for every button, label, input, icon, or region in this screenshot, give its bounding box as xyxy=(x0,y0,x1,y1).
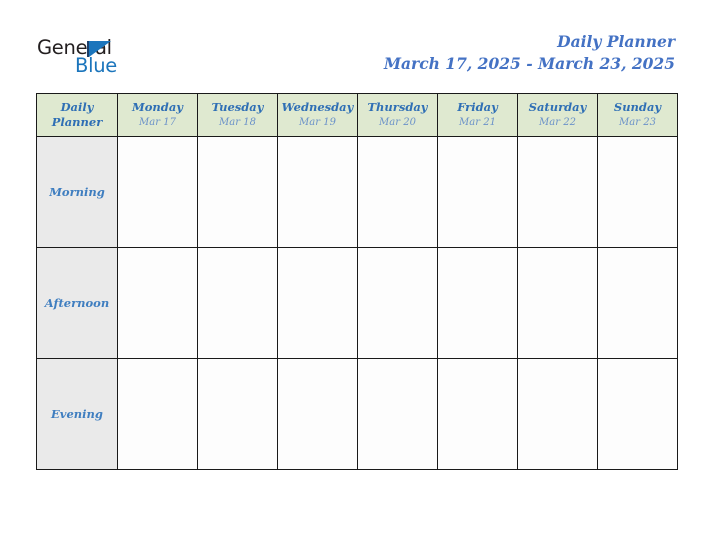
time-slot-label-evening: Evening xyxy=(36,358,118,470)
title-block: Daily Planner March 17, 2025 - March 23,… xyxy=(384,31,675,75)
slot-afternoon-sunday[interactable] xyxy=(597,247,678,359)
row-label-text: Morning xyxy=(49,184,105,199)
slot-evening-tuesday[interactable] xyxy=(197,358,278,470)
slot-evening-friday[interactable] xyxy=(437,358,518,470)
slot-evening-saturday[interactable] xyxy=(517,358,598,470)
slot-morning-saturday[interactable] xyxy=(517,136,598,248)
day-date-label: Mar 20 xyxy=(379,117,416,128)
planner-row-morning: Morning xyxy=(36,136,678,248)
slot-evening-monday[interactable] xyxy=(117,358,198,470)
day-header-friday: Friday Mar 21 xyxy=(437,93,518,137)
day-date-label: Mar 18 xyxy=(219,117,256,128)
planner-corner-cell: Daily Planner xyxy=(36,93,118,137)
general-blue-logo: General Blue xyxy=(37,38,157,82)
day-name-label: Friday xyxy=(457,100,498,114)
day-name-label: Wednesday xyxy=(281,100,354,114)
daily-planner-page: General Blue Daily Planner March 17, 202… xyxy=(0,0,712,550)
slot-morning-sunday[interactable] xyxy=(597,136,678,248)
day-name-label: Monday xyxy=(132,100,183,114)
planner-row-afternoon: Afternoon xyxy=(36,247,678,359)
slot-morning-thursday[interactable] xyxy=(357,136,438,248)
slot-afternoon-wednesday[interactable] xyxy=(277,247,358,359)
slot-morning-wednesday[interactable] xyxy=(277,136,358,248)
day-date-label: Mar 17 xyxy=(139,117,176,128)
logo-text-blue: Blue xyxy=(75,54,117,77)
slot-evening-sunday[interactable] xyxy=(597,358,678,470)
time-slot-label-morning: Morning xyxy=(36,136,118,248)
day-header-wednesday: Wednesday Mar 19 xyxy=(277,93,358,137)
day-date-label: Mar 23 xyxy=(619,117,656,128)
slot-morning-monday[interactable] xyxy=(117,136,198,248)
slot-evening-thursday[interactable] xyxy=(357,358,438,470)
day-header-saturday: Saturday Mar 22 xyxy=(517,93,598,137)
day-name-label: Saturday xyxy=(528,100,587,114)
time-slot-label-afternoon: Afternoon xyxy=(36,247,118,359)
day-name-label: Tuesday xyxy=(211,100,264,114)
planner-header-row: Daily Planner Monday Mar 17 Tuesday Mar … xyxy=(36,93,678,137)
day-date-label: Mar 19 xyxy=(299,117,336,128)
corner-label-line1: Daily xyxy=(60,100,94,114)
slot-afternoon-tuesday[interactable] xyxy=(197,247,278,359)
day-date-label: Mar 22 xyxy=(539,117,576,128)
day-date-label: Mar 21 xyxy=(459,117,496,128)
slot-afternoon-monday[interactable] xyxy=(117,247,198,359)
row-label-text: Evening xyxy=(51,406,103,421)
slot-afternoon-saturday[interactable] xyxy=(517,247,598,359)
slot-evening-wednesday[interactable] xyxy=(277,358,358,470)
day-header-tuesday: Tuesday Mar 18 xyxy=(197,93,278,137)
slot-morning-tuesday[interactable] xyxy=(197,136,278,248)
page-title: Daily Planner xyxy=(557,32,675,51)
page-header: General Blue Daily Planner March 17, 202… xyxy=(0,0,712,92)
day-header-thursday: Thursday Mar 20 xyxy=(357,93,438,137)
slot-afternoon-friday[interactable] xyxy=(437,247,518,359)
slot-morning-friday[interactable] xyxy=(437,136,518,248)
corner-label-line2: Planner xyxy=(51,115,103,129)
day-header-sunday: Sunday Mar 23 xyxy=(597,93,678,137)
date-range-label: March 17, 2025 - March 23, 2025 xyxy=(383,54,675,73)
slot-afternoon-thursday[interactable] xyxy=(357,247,438,359)
day-name-label: Thursday xyxy=(367,100,428,114)
planner-table: Daily Planner Monday Mar 17 Tuesday Mar … xyxy=(36,93,678,470)
row-label-text: Afternoon xyxy=(44,295,110,310)
day-name-label: Sunday xyxy=(613,100,662,114)
day-header-monday: Monday Mar 17 xyxy=(117,93,198,137)
planner-row-evening: Evening xyxy=(36,358,678,470)
